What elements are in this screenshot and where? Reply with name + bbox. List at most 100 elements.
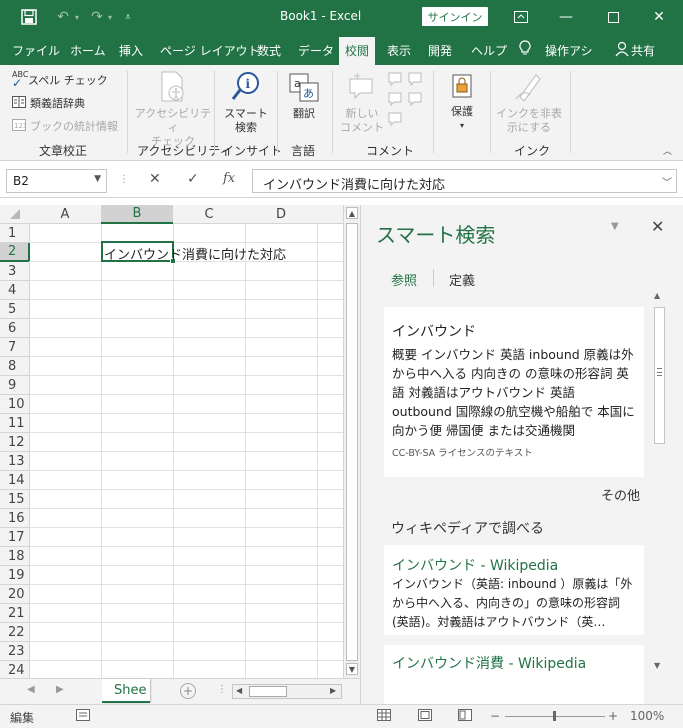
tab-help[interactable]: ヘルプ — [471, 42, 507, 59]
insert-function-icon[interactable]: fx — [223, 171, 235, 186]
row-header[interactable]: 1 — [0, 224, 30, 243]
tab-page-layout[interactable]: ページ レイアウト — [160, 42, 260, 59]
row-header[interactable]: 5 — [0, 300, 30, 319]
signin-button[interactable]: サインイン — [422, 7, 488, 26]
accessibility-check-button[interactable]: アクセシビリティ チェック — [134, 71, 212, 149]
workbook-stats-button[interactable]: 123 ブックの統計情報 — [12, 118, 118, 134]
row-header[interactable]: 10 — [0, 395, 30, 414]
row-header[interactable]: 4 — [0, 281, 30, 300]
enter-icon[interactable]: ✓ — [187, 171, 199, 187]
minimize-icon[interactable]: — — [554, 6, 578, 28]
row-header[interactable]: 12 — [0, 433, 30, 452]
spell-check-button[interactable]: ABC ✓ スペル チェック — [12, 71, 108, 90]
wiki-result[interactable]: インバウンド - Wikipedia インバウンド（英語: inbound ）原… — [384, 545, 644, 635]
undo-dropdown-icon[interactable]: ▾ — [72, 7, 82, 27]
row-header[interactable]: 16 — [0, 509, 30, 528]
pane-scroll-thumb[interactable] — [654, 307, 665, 444]
tab-home[interactable]: ホーム — [70, 42, 106, 59]
scroll-down-icon[interactable]: ▼ — [346, 663, 358, 675]
summary-card[interactable]: インバウンド 概要 インバウンド 英語 inbound 原義は外から中へ入る 内… — [384, 307, 644, 477]
tab-data[interactable]: データ — [298, 42, 334, 59]
scroll-thumb[interactable] — [346, 223, 358, 661]
row-header[interactable]: 9 — [0, 376, 30, 395]
pane-close-icon[interactable]: ✕ — [651, 217, 664, 236]
name-box[interactable]: B2 ▼ — [6, 169, 107, 193]
cancel-icon[interactable]: ✕ — [149, 171, 161, 187]
pane-scrollbar[interactable]: ▲ ▼ — [651, 289, 667, 678]
hide-ink-button[interactable]: インクを非表 示にする — [494, 71, 564, 135]
row-header[interactable]: 23 — [0, 642, 30, 661]
row-header[interactable]: 3 — [0, 262, 30, 281]
save-icon[interactable] — [18, 7, 40, 27]
ribbon-display-icon[interactable] — [509, 6, 533, 28]
scroll-left-icon[interactable]: ◀ — [236, 686, 242, 695]
expand-formula-icon[interactable]: ﹀ — [662, 174, 672, 189]
wiki-result-title[interactable]: インバウンド - Wikipedia — [392, 555, 636, 575]
share-button[interactable]: 共有 — [631, 42, 655, 59]
tab-explore[interactable]: 参照 — [391, 270, 417, 289]
chevron-down-icon[interactable]: ▼ — [94, 174, 101, 184]
add-sheet-icon[interactable]: + — [180, 683, 196, 699]
pane-options-icon[interactable]: ▼ — [611, 221, 619, 232]
row-header[interactable]: 24 — [0, 661, 30, 678]
column-header[interactable]: C — [173, 205, 246, 224]
row-header[interactable]: 7 — [0, 338, 30, 357]
collapse-ribbon-icon[interactable]: ︿ — [663, 144, 672, 157]
row-header[interactable]: 2 — [0, 243, 30, 262]
more-link[interactable]: その他 — [601, 485, 640, 504]
scroll-right-icon[interactable]: ▶ — [330, 686, 336, 695]
zoom-slider-knob[interactable] — [553, 711, 556, 721]
scroll-up-icon[interactable]: ▲ — [654, 291, 660, 300]
undo-icon[interactable]: ↶ — [52, 7, 74, 27]
horizontal-scrollbar[interactable]: ◀ ▶ — [232, 684, 342, 699]
formula-input[interactable]: インバウンド消費に向けた対応 ﹀ — [252, 169, 677, 193]
column-header[interactable]: B — [101, 205, 174, 224]
page-layout-view-icon[interactable] — [418, 709, 432, 724]
protect-button[interactable]: 保護 ▾ — [441, 71, 483, 133]
new-comment-button[interactable]: + 新しい コメント — [339, 71, 385, 135]
select-all-corner[interactable] — [0, 205, 30, 224]
h-scroll-thumb[interactable] — [249, 686, 287, 697]
row-header[interactable]: 8 — [0, 357, 30, 376]
column-header[interactable]: A — [29, 205, 102, 224]
zoom-slider[interactable] — [505, 711, 605, 721]
row-header[interactable]: 22 — [0, 623, 30, 642]
tab-file[interactable]: ファイル — [12, 42, 60, 59]
vertical-scrollbar[interactable]: ▲ ▼ — [343, 205, 360, 678]
scroll-up-icon[interactable]: ▲ — [346, 207, 358, 219]
redo-dropdown-icon[interactable]: ▾ — [105, 7, 115, 27]
row-header[interactable]: 18 — [0, 547, 30, 566]
zoom-in-icon[interactable]: + — [608, 709, 618, 723]
normal-view-icon[interactable] — [377, 709, 391, 724]
sheet-next-icon[interactable]: ▶ — [56, 684, 64, 695]
close-icon[interactable]: ✕ — [647, 6, 671, 28]
thesaurus-button[interactable]: 類義語辞典 — [12, 95, 85, 111]
page-break-view-icon[interactable] — [458, 709, 472, 724]
maximize-icon[interactable] — [601, 6, 625, 28]
sheet-prev-icon[interactable]: ◀ — [27, 684, 35, 695]
customize-icon[interactable]: ⩡ — [121, 7, 135, 27]
row-header[interactable]: 17 — [0, 528, 30, 547]
row-header[interactable]: 6 — [0, 319, 30, 338]
row-header[interactable]: 19 — [0, 566, 30, 585]
wiki-result[interactable]: インバウンド消費 - Wikipedia — [384, 645, 644, 704]
row-header[interactable]: 14 — [0, 471, 30, 490]
worksheet-grid[interactable]: ABCD 1 2 3 4 5 6 7 8 9 10 11 12 13 14 15 16 17 18 19 20 21 22… — [0, 205, 343, 678]
wiki-result-title[interactable]: インバウンド消費 - Wikipedia — [392, 653, 636, 673]
zoom-out-icon[interactable]: − — [490, 709, 500, 723]
tab-insert[interactable]: 挿入 — [119, 42, 143, 59]
column-header[interactable]: D — [245, 205, 318, 224]
row-header[interactable]: 13 — [0, 452, 30, 471]
scroll-down-icon[interactable]: ▼ — [654, 661, 660, 670]
row-header[interactable]: 11 — [0, 414, 30, 433]
sheet-tab[interactable]: Shee — [102, 679, 150, 703]
tab-define[interactable]: 定義 — [449, 270, 475, 289]
tab-view[interactable]: 表示 — [387, 42, 411, 59]
zoom-level[interactable]: 100% — [630, 709, 664, 723]
smart-lookup-button[interactable]: i スマート 検索 — [219, 71, 273, 135]
row-header[interactable]: 15 — [0, 490, 30, 509]
row-header[interactable]: 20 — [0, 585, 30, 604]
translate-button[interactable]: aあ 翻訳 — [284, 71, 324, 121]
row-header[interactable]: 21 — [0, 604, 30, 623]
tab-review[interactable]: 校閲 — [339, 37, 376, 65]
